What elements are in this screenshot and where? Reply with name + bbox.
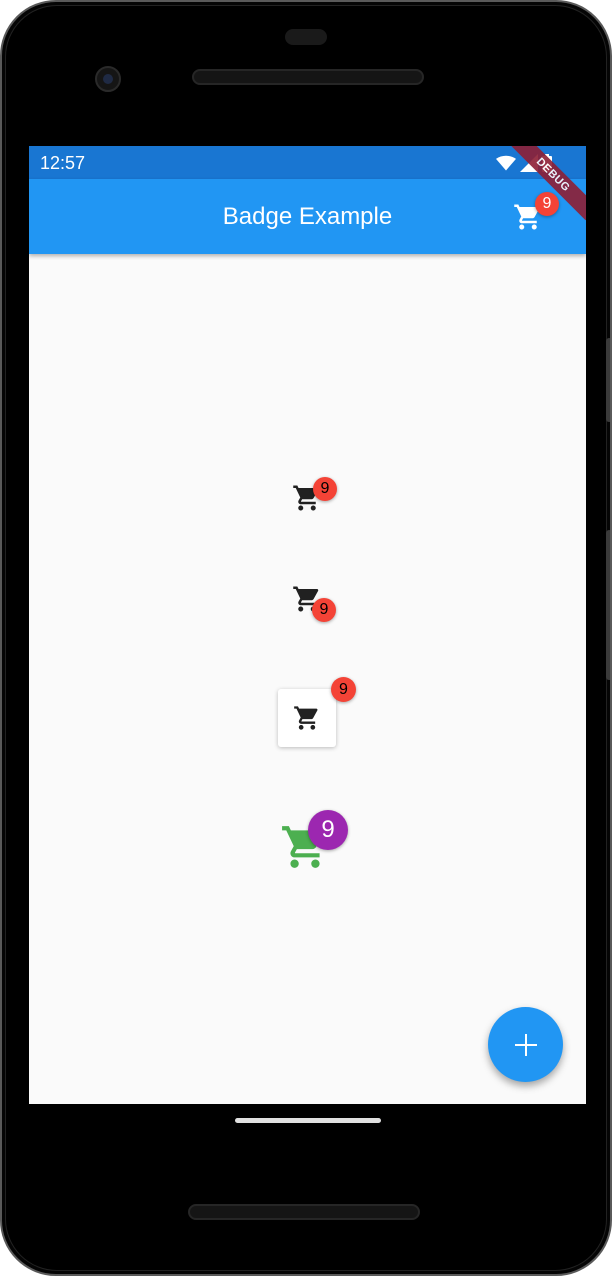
front-camera <box>95 66 121 92</box>
app-bar: Badge Example 9 <box>29 179 586 254</box>
volume-button[interactable] <box>606 530 610 680</box>
bottom-speaker <box>188 1204 420 1220</box>
count-badge: 9 <box>312 598 336 622</box>
appbar-cart-button[interactable]: 9 <box>513 192 559 232</box>
cart-badge-top-right[interactable]: 9 <box>292 477 337 513</box>
cart-card[interactable]: 9 <box>278 677 356 747</box>
earpiece-slot <box>285 29 327 45</box>
top-speaker <box>192 69 424 85</box>
plus-icon <box>514 1033 537 1056</box>
cart-badge-large[interactable]: 9 <box>280 810 348 872</box>
wifi-icon <box>496 155 516 171</box>
app-screen: 12:57 Badge Example 9 DEBUG 9 9 9 9 <box>29 146 586 1104</box>
count-badge: 9 <box>313 477 337 501</box>
cart-count-badge: 9 <box>535 192 559 216</box>
count-badge: 9 <box>331 677 356 702</box>
shopping-cart-icon <box>294 706 318 730</box>
phone-frame: 12:57 Badge Example 9 DEBUG 9 9 9 9 <box>0 0 612 1276</box>
home-indicator[interactable] <box>235 1118 381 1123</box>
cart-badge-bottom-right[interactable]: 9 <box>292 584 336 622</box>
power-button[interactable] <box>606 338 610 422</box>
count-badge: 9 <box>308 810 348 850</box>
status-bar: 12:57 <box>29 146 586 179</box>
add-fab-button[interactable] <box>488 1007 563 1082</box>
page-title: Badge Example <box>222 203 393 230</box>
status-time: 12:57 <box>40 153 86 173</box>
